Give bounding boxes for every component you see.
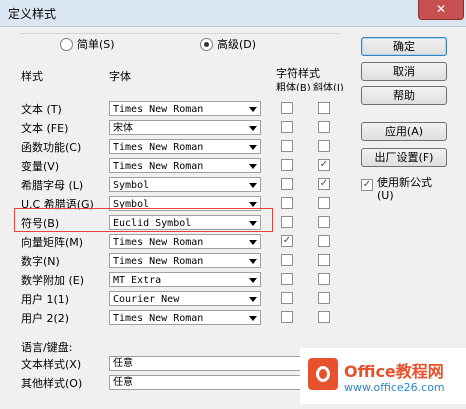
bold-checkbox[interactable] — [281, 140, 293, 152]
bold-checkbox[interactable] — [281, 254, 293, 266]
window-title: 定义样式 — [8, 7, 57, 21]
font-select-value: Times New Roman — [113, 142, 204, 153]
ok-button[interactable]: 确定 — [361, 37, 447, 56]
italic-checkbox[interactable]: ✓ — [318, 178, 330, 190]
font-select-value: Times New Roman — [113, 313, 204, 324]
radio-indicator — [60, 37, 73, 51]
font-select-value: Times New Roman — [113, 161, 204, 172]
radio-indicator — [200, 37, 213, 51]
row-label: 用户 1(1) — [21, 293, 70, 306]
bold-checkbox[interactable] — [281, 311, 293, 323]
use-new-formula-checkbox[interactable]: ✓ — [361, 179, 373, 191]
watermark: Office教程网 www.office26.com — [300, 348, 466, 404]
title-bar: 定义样式 ✕ — [0, 0, 466, 27]
help-button[interactable]: 帮助 — [361, 86, 447, 105]
row-label: 希腊字母 (L) — [21, 179, 84, 192]
language-header: 语言/键盘: — [21, 341, 73, 354]
simple-mode-radio[interactable]: 简单(S) — [60, 36, 115, 52]
font-select-value: Courier New — [113, 294, 180, 305]
font-select-value: Times New Roman — [113, 237, 204, 248]
italic-checkbox[interactable] — [318, 311, 330, 323]
font-select[interactable]: Symbol — [109, 177, 261, 192]
style-header: 样式 — [21, 70, 43, 83]
chevron-down-icon — [249, 126, 257, 131]
font-select[interactable]: Courier New — [109, 291, 261, 306]
bold-checkbox[interactable] — [281, 102, 293, 114]
font-select-value: MT Extra — [113, 275, 162, 286]
row-label: 用户 2(2) — [21, 312, 70, 325]
apply-button[interactable]: 应用(A) — [361, 122, 447, 141]
chevron-down-icon — [249, 297, 257, 302]
simple-mode-label: 简单(S) — [77, 38, 115, 51]
bold-checkbox[interactable] — [281, 197, 293, 209]
mode-radio-group: 简单(S) 高级(D) — [20, 33, 341, 54]
chevron-down-icon — [249, 183, 257, 188]
row-label: 文本 (T) — [21, 103, 62, 116]
chevron-down-icon — [249, 164, 257, 169]
italic-checkbox[interactable] — [318, 140, 330, 152]
row-label: 函数功能(C) — [21, 141, 82, 154]
italic-checkbox[interactable] — [318, 292, 330, 304]
row-label: 向量矩阵(M) — [21, 236, 84, 249]
font-select[interactable]: Times New Roman — [109, 158, 261, 173]
office-logo-icon — [308, 358, 338, 390]
chevron-down-icon — [249, 316, 257, 321]
bold-checkbox[interactable] — [281, 292, 293, 304]
watermark-url: www.office26.com — [344, 381, 445, 394]
font-select[interactable]: Times New Roman — [109, 310, 261, 325]
text-style-label: 文本样式(X) — [21, 358, 82, 371]
chevron-down-icon — [249, 202, 257, 207]
font-select[interactable]: Times New Roman — [109, 101, 261, 116]
italic-checkbox[interactable] — [318, 102, 330, 114]
font-select-value: Symbol — [113, 180, 150, 191]
advanced-mode-label: 高级(D) — [217, 38, 257, 51]
italic-header: 斜体(I) — [313, 83, 344, 91]
italic-checkbox[interactable] — [318, 197, 330, 209]
font-select[interactable]: 宋体 — [109, 120, 261, 135]
chevron-down-icon — [249, 278, 257, 283]
row-label: 数字(N) — [21, 255, 60, 268]
chevron-down-icon — [249, 145, 257, 150]
bold-checkbox[interactable] — [281, 216, 293, 228]
bold-header: 粗体(B) — [276, 83, 311, 91]
selected-row-highlight — [14, 208, 273, 232]
italic-checkbox[interactable] — [318, 216, 330, 228]
font-select[interactable]: Times New Roman — [109, 253, 261, 268]
italic-checkbox[interactable] — [318, 121, 330, 133]
factory-settings-button[interactable]: 出厂设置(F) — [361, 148, 447, 167]
close-button[interactable]: ✕ — [418, 0, 464, 20]
font-select[interactable]: Times New Roman — [109, 139, 261, 154]
font-select-value: Times New Roman — [113, 104, 204, 115]
italic-checkbox[interactable] — [318, 273, 330, 285]
font-select-value: 宋体 — [113, 123, 133, 134]
font-select[interactable]: Times New Roman — [109, 234, 261, 249]
chevron-down-icon — [249, 240, 257, 245]
use-new-formula-label: 使用新公式(U) — [377, 176, 432, 202]
other-style-label: 其他样式(O) — [21, 377, 83, 390]
bold-checkbox[interactable]: ✓ — [281, 235, 293, 247]
chevron-down-icon — [249, 107, 257, 112]
font-select-value: Times New Roman — [113, 256, 204, 267]
row-label: 数学附加 (E) — [21, 274, 85, 287]
row-label: 变量(V) — [21, 160, 60, 173]
bold-checkbox[interactable] — [281, 159, 293, 171]
advanced-mode-radio[interactable]: 高级(D) — [200, 36, 256, 52]
bold-checkbox[interactable] — [281, 178, 293, 190]
italic-checkbox[interactable]: ✓ — [318, 159, 330, 171]
row-label: 文本 (FE) — [21, 122, 69, 135]
italic-checkbox[interactable] — [318, 254, 330, 266]
chevron-down-icon — [249, 259, 257, 264]
font-select[interactable]: MT Extra — [109, 272, 261, 287]
font-header: 字体 — [109, 70, 131, 83]
bold-checkbox[interactable] — [281, 273, 293, 285]
text-style-value: 任意 — [113, 358, 133, 369]
bold-checkbox[interactable] — [281, 121, 293, 133]
watermark-brand: Office教程网 — [344, 362, 444, 381]
italic-checkbox[interactable] — [318, 235, 330, 247]
cancel-button[interactable]: 取消 — [361, 62, 447, 81]
other-style-value: 任意 — [113, 377, 133, 388]
